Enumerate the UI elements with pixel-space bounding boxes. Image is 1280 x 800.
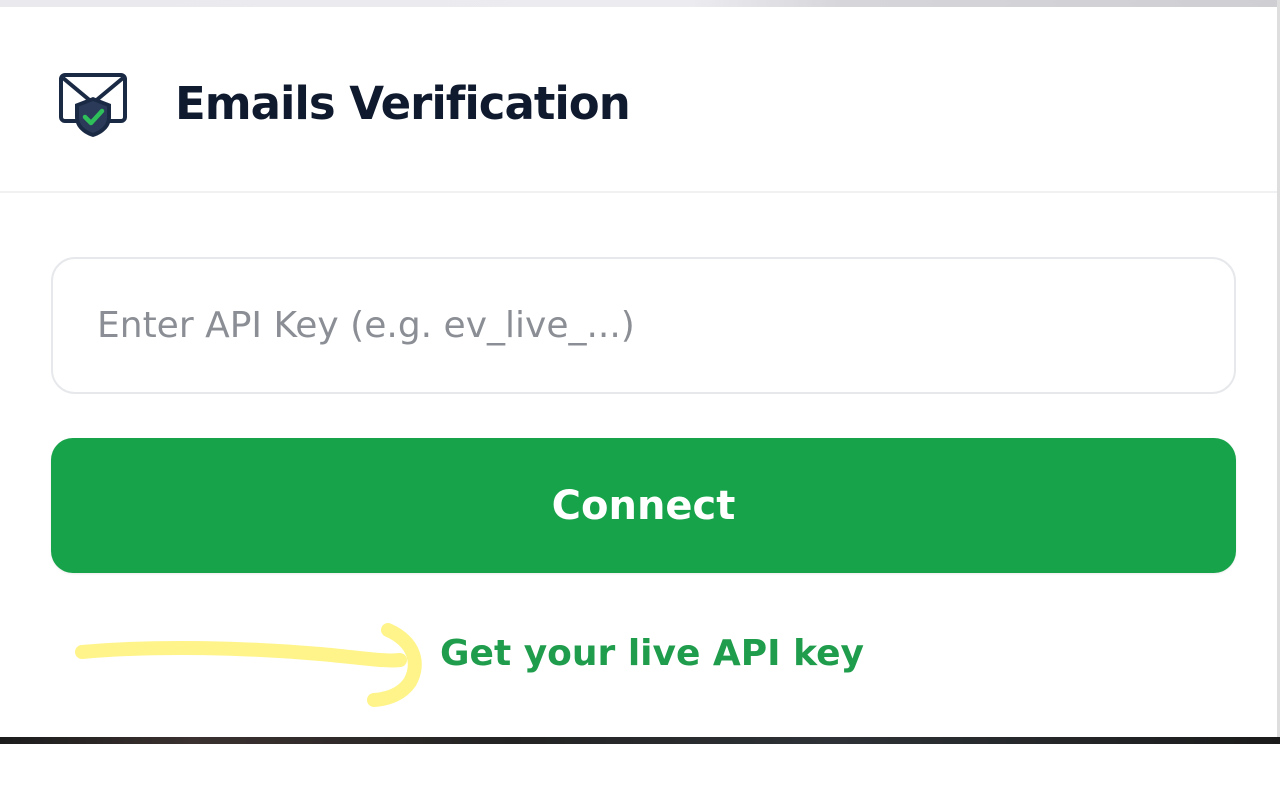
hand-drawn-arrow-icon — [75, 623, 422, 707]
header: Emails Verification — [0, 7, 1277, 193]
browser-bottom-edge — [0, 737, 1280, 744]
popup-panel: Emails Verification Connect Get your liv… — [0, 7, 1277, 737]
app-title: Emails Verification — [175, 77, 631, 130]
connect-button[interactable]: Connect — [51, 438, 1236, 573]
api-key-input[interactable] — [51, 257, 1236, 394]
get-live-api-key-link[interactable]: Get your live API key — [440, 633, 864, 674]
browser-top-edge — [0, 0, 1280, 7]
extension-popup-screen: Emails Verification Connect Get your liv… — [0, 0, 1280, 800]
envelope-shield-icon — [56, 67, 130, 141]
